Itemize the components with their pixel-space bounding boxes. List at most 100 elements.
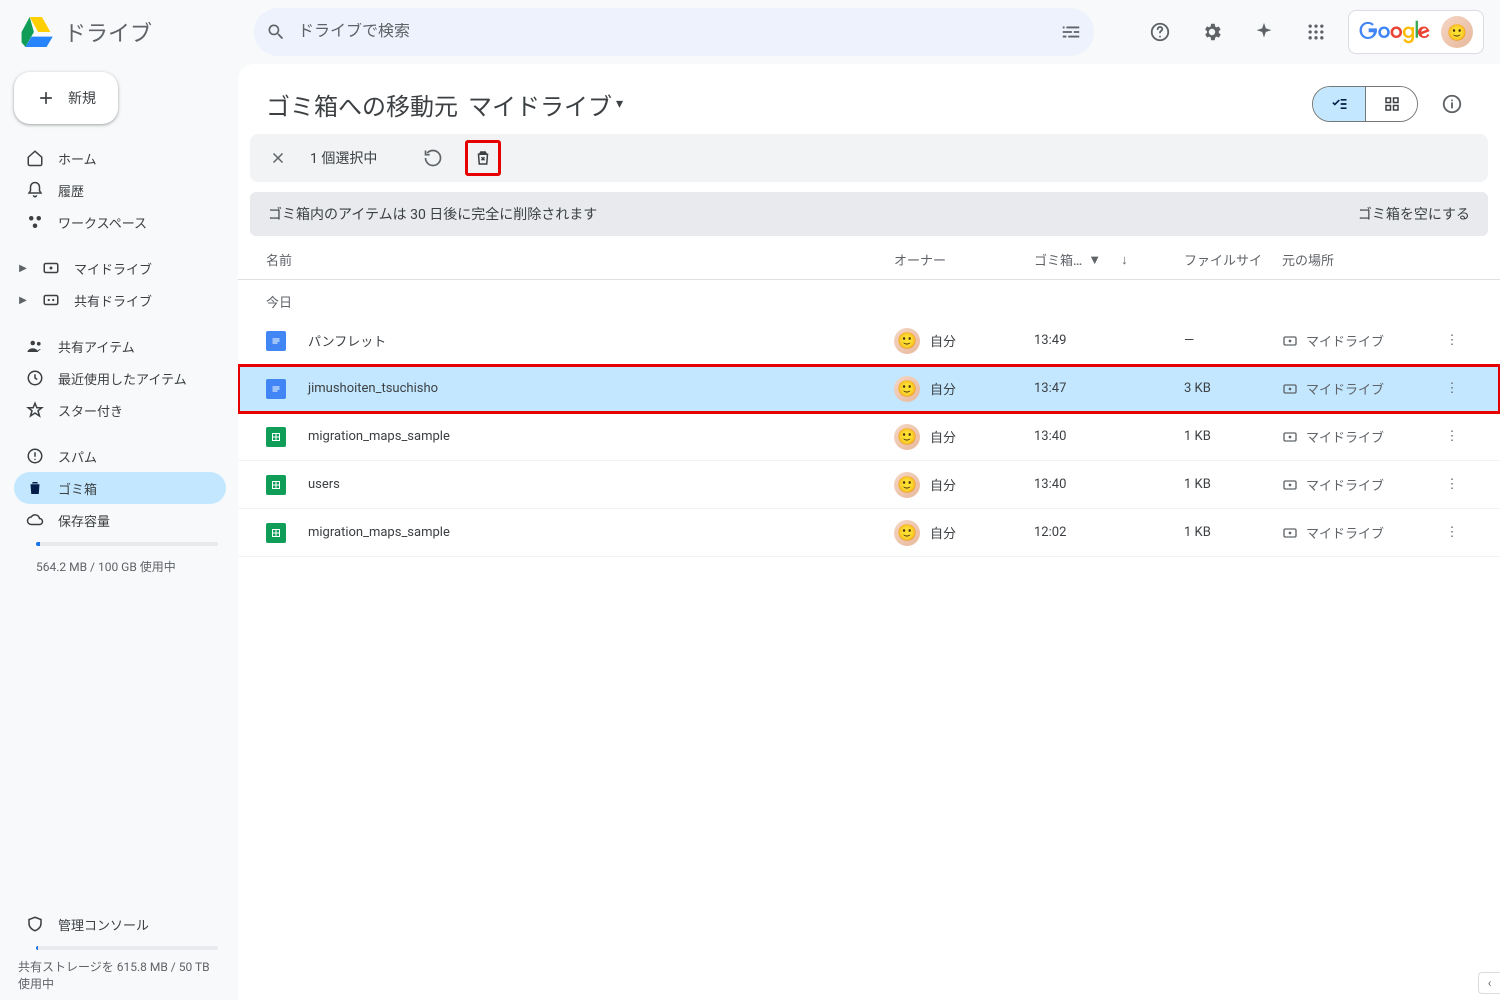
table-row[interactable]: migration_maps_sample🙂自分12:021 KBマイドライブ⋮ bbox=[238, 509, 1500, 557]
table-row[interactable]: migration_maps_sample🙂自分13:401 KBマイドライブ⋮ bbox=[238, 413, 1500, 461]
side-panel-toggle[interactable]: ‹ bbox=[1478, 972, 1500, 994]
shared-quota-bar bbox=[36, 946, 218, 950]
original-location: マイドライブ bbox=[1282, 427, 1432, 446]
empty-trash-button[interactable]: ゴミ箱を空にする bbox=[1358, 204, 1470, 224]
owner-name: 自分 bbox=[930, 379, 956, 398]
sidebar-item-label: ゴミ箱 bbox=[58, 479, 97, 498]
table-row[interactable]: users🙂自分13:401 KBマイドライブ⋮ bbox=[238, 461, 1500, 509]
owner-avatar-icon: 🙂 bbox=[894, 328, 920, 354]
caret-down-icon: ▾ bbox=[616, 96, 623, 112]
sidebar-item-label: スター付き bbox=[58, 401, 123, 420]
sidebar-item-spam[interactable]: スパム bbox=[14, 440, 226, 472]
expand-icon[interactable]: ▶ bbox=[18, 263, 28, 274]
row-more-button[interactable]: ⋮ bbox=[1432, 429, 1472, 444]
gemini-sparkle-icon[interactable] bbox=[1244, 12, 1284, 52]
sidebar-item-shared[interactable]: 共有アイテム bbox=[14, 330, 226, 362]
delete-forever-button[interactable] bbox=[465, 140, 501, 176]
docs-icon bbox=[266, 331, 286, 351]
logo-area[interactable]: ドライブ bbox=[16, 12, 254, 52]
close-selection-button[interactable] bbox=[260, 140, 296, 176]
owner-name: 自分 bbox=[930, 475, 956, 494]
table-row[interactable]: パンフレット🙂自分13:49—マイドライブ⋮ bbox=[238, 317, 1500, 365]
row-more-button[interactable]: ⋮ bbox=[1432, 477, 1472, 492]
restore-button[interactable] bbox=[415, 140, 451, 176]
file-name: パンフレット bbox=[308, 331, 386, 350]
drive-logo-icon bbox=[16, 12, 56, 52]
trash-icon bbox=[26, 479, 44, 497]
sidebar-item-workspaces[interactable]: ワークスペース bbox=[14, 206, 226, 238]
original-location: マイドライブ bbox=[1282, 379, 1432, 398]
info-icon[interactable] bbox=[1432, 84, 1472, 124]
sidebar-item-admin[interactable]: 管理コンソール bbox=[14, 908, 226, 940]
owner-avatar-icon: 🙂 bbox=[894, 520, 920, 546]
settings-icon[interactable] bbox=[1192, 12, 1232, 52]
file-name: jimushoiten_tsuchisho bbox=[308, 381, 438, 396]
trashed-time: 12:02 bbox=[1034, 525, 1184, 540]
spam-icon bbox=[26, 447, 44, 465]
sidebar-item-storage[interactable]: 保存容量 bbox=[14, 504, 226, 536]
apps-icon[interactable] bbox=[1296, 12, 1336, 52]
sidebar-item-trash[interactable]: ゴミ箱 bbox=[14, 472, 226, 504]
new-button[interactable]: 新規 bbox=[14, 72, 118, 124]
owner-name: 自分 bbox=[930, 523, 956, 542]
col-owner[interactable]: オーナー bbox=[894, 250, 1034, 269]
title-bar: ゴミ箱への移動元 マイドライブ ▾ bbox=[238, 76, 1500, 134]
shared-quota-text: 共有ストレージを 615.8 MB / 50 TB 使用中 bbox=[18, 958, 222, 992]
sidebar-item-label: 保存容量 bbox=[58, 511, 110, 530]
clock-icon bbox=[26, 369, 44, 387]
sheets-icon bbox=[266, 523, 286, 543]
sidebar-item-home[interactable]: ホーム bbox=[14, 142, 226, 174]
table-row[interactable]: jimushoiten_tsuchisho🙂自分13:473 KBマイドライブ⋮ bbox=[238, 365, 1500, 413]
search-icon bbox=[266, 22, 286, 42]
page-title: ゴミ箱への移動元 マイドライブ ▾ bbox=[266, 87, 623, 122]
file-name: migration_maps_sample bbox=[308, 429, 450, 444]
col-location[interactable]: 元の場所 bbox=[1282, 250, 1432, 269]
table-header: 名前 オーナー ゴミ箱… ▼ ↓ ファイルサイ 元の場所 bbox=[238, 236, 1500, 280]
sidebar-item-label: 共有ドライブ bbox=[74, 291, 152, 310]
arrow-down-icon: ↓ bbox=[1121, 252, 1128, 268]
sidebar-item-starred[interactable]: スター付き bbox=[14, 394, 226, 426]
sidebar-item-label: スパム bbox=[58, 447, 97, 466]
sidebar-item-shareddrives[interactable]: ▶ 共有ドライブ bbox=[14, 284, 226, 316]
account-chip[interactable]: 🙂 bbox=[1348, 10, 1484, 54]
sidebar-item-activity[interactable]: 履歴 bbox=[14, 174, 226, 206]
help-icon[interactable] bbox=[1140, 12, 1180, 52]
sidebar-item-label: マイドライブ bbox=[74, 259, 152, 278]
list-view-button[interactable] bbox=[1313, 87, 1365, 121]
sidebar-item-recent[interactable]: 最近使用したアイテム bbox=[14, 362, 226, 394]
search-input[interactable] bbox=[298, 23, 1060, 41]
file-size: 1 KB bbox=[1184, 477, 1282, 492]
col-size[interactable]: ファイルサイ bbox=[1184, 250, 1282, 269]
row-more-button[interactable]: ⋮ bbox=[1432, 525, 1472, 540]
user-avatar-icon: 🙂 bbox=[1441, 16, 1473, 48]
row-more-button[interactable]: ⋮ bbox=[1432, 381, 1472, 396]
row-more-button[interactable]: ⋮ bbox=[1432, 333, 1472, 348]
location-dropdown-label: マイドライブ bbox=[468, 87, 612, 122]
group-today: 今日 bbox=[238, 280, 1500, 317]
col-name[interactable]: 名前 bbox=[266, 250, 894, 269]
location-dropdown[interactable]: マイドライブ ▾ bbox=[468, 87, 623, 122]
admin-icon bbox=[26, 915, 44, 933]
new-button-label: 新規 bbox=[68, 88, 96, 108]
expand-icon[interactable]: ▶ bbox=[18, 295, 28, 306]
file-size: — bbox=[1184, 333, 1282, 348]
search-bar[interactable] bbox=[254, 8, 1094, 56]
grid-view-button[interactable] bbox=[1365, 87, 1417, 121]
selection-bar: 1 個選択中 bbox=[250, 134, 1488, 182]
file-size: 1 KB bbox=[1184, 525, 1282, 540]
sidebar-item-mydrive[interactable]: ▶ マイドライブ bbox=[14, 252, 226, 284]
original-location: マイドライブ bbox=[1282, 331, 1432, 350]
shareddrive-icon bbox=[42, 291, 60, 309]
search-options-icon[interactable] bbox=[1060, 21, 1082, 43]
sheets-icon bbox=[266, 427, 286, 447]
owner-name: 自分 bbox=[930, 331, 956, 350]
notice-text: ゴミ箱内のアイテムは 30 日後に完全に削除されます bbox=[268, 204, 597, 224]
col-date[interactable]: ゴミ箱… ▼ ↓ bbox=[1034, 250, 1184, 269]
col-date-label: ゴミ箱… bbox=[1034, 250, 1082, 269]
nav-list: ホーム 履歴 ワークスペース ▶ マイドライブ ▶ 共有ドライブ 共有アイテム 最近… bbox=[14, 142, 226, 536]
title-prefix: ゴミ箱への移動元 bbox=[266, 87, 458, 122]
sidebar-item-label: ワークスペース bbox=[58, 213, 147, 232]
workspace-icon bbox=[26, 213, 44, 231]
sort-desc-icon: ▼ bbox=[1088, 252, 1101, 268]
trashed-time: 13:40 bbox=[1034, 429, 1184, 444]
